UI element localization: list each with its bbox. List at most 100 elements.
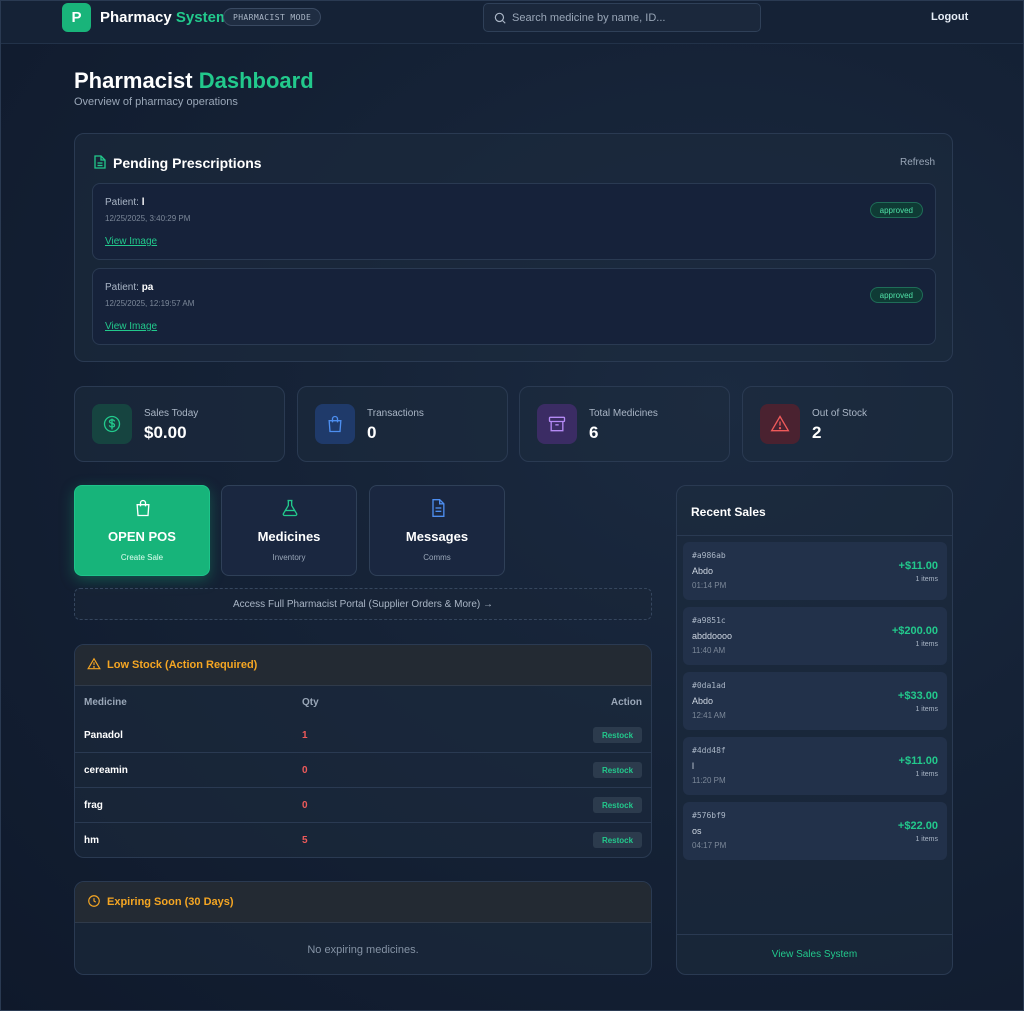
dollar-icon — [92, 404, 132, 444]
column-header-medicine: Medicine — [84, 697, 127, 708]
sale-item-count: 1 items — [915, 576, 938, 583]
recent-sales-footer: View Sales System — [677, 934, 952, 974]
quick-action-title: Messages — [405, 529, 469, 544]
quick-action-title: Medicines — [257, 529, 321, 544]
low-stock-title: Low Stock (Action Required) — [107, 659, 258, 671]
column-header-action: Action — [610, 697, 642, 708]
medicine-qty: 1 — [302, 730, 308, 741]
stat-label: Sales Today — [144, 408, 199, 419]
sale-time: 11:20 PM — [692, 776, 726, 785]
sale-amount: +$11.00 — [898, 560, 938, 572]
restock-button[interactable]: Restock — [593, 762, 642, 778]
prescription-date: 12/25/2025, 12:19:57 AM — [105, 299, 195, 308]
recent-sales-panel: Recent Sales #a986ab Abdo 01:14 PM +$11.… — [676, 485, 953, 975]
page-title-accent: Dashboard — [198, 68, 314, 93]
sale-item[interactable]: #576bf9 os 04:17 PM +$22.00 1 items — [683, 802, 947, 860]
medicine-name: hm — [84, 835, 99, 846]
status-badge: approved — [869, 287, 923, 303]
view-image-link[interactable]: View Image — [105, 236, 157, 247]
stat-value: 6 — [589, 423, 599, 442]
alert-triangle-icon — [760, 404, 800, 444]
page-title: Pharmacist Dashboard — [74, 68, 314, 94]
sale-item[interactable]: #0da1ad Abdo 12:41 AM +$33.00 1 items — [683, 672, 947, 730]
stat-label: Total Medicines — [589, 408, 658, 419]
sale-time: 04:17 PM — [692, 841, 727, 850]
shopping-bag-icon — [315, 404, 355, 444]
restock-button[interactable]: Restock — [593, 797, 642, 813]
patient-name: pa — [141, 282, 154, 293]
sale-id: #576bf9 — [692, 811, 726, 820]
sale-amount: +$200.00 — [891, 625, 938, 637]
logout-button[interactable]: Logout — [931, 11, 968, 23]
quick-action-subtitle: Create Sale — [120, 553, 164, 562]
sale-item-count: 1 items — [915, 641, 938, 648]
sale-customer: abddoooo — [692, 631, 733, 641]
table-row: cereamin 0 Restock — [75, 753, 651, 788]
medicine-qty: 5 — [302, 835, 308, 846]
stat-card-sales-today: Sales Today $0.00 — [74, 386, 285, 462]
column-header-qty: Qty — [302, 697, 319, 708]
open-pos-button[interactable]: OPEN POS Create Sale — [74, 485, 210, 576]
prescription-patient: Patient: pa — [105, 282, 153, 293]
messages-button[interactable]: Messages Comms — [369, 485, 505, 576]
refresh-button[interactable]: Refresh — [900, 157, 935, 168]
quick-action-title: OPEN POS — [108, 529, 176, 544]
sale-id: #0da1ad — [692, 681, 726, 690]
medicines-button[interactable]: Medicines Inventory — [221, 485, 357, 576]
sale-amount: +$11.00 — [898, 755, 938, 767]
sale-id: #a9851c — [692, 616, 726, 625]
stat-card-total-medicines: Total Medicines 6 — [519, 386, 730, 462]
app-title-accent: System — [175, 9, 230, 26]
recent-sales-title: Recent Sales — [691, 505, 766, 519]
sale-time: 01:14 PM — [692, 581, 727, 590]
sale-amount: +$33.00 — [897, 690, 938, 702]
page-title-main: Pharmacist — [74, 68, 193, 93]
expiring-soon-title: Expiring Soon (30 Days) — [107, 896, 234, 908]
table-row: frag 0 Restock — [75, 788, 651, 823]
quick-action-subtitle: Inventory — [272, 553, 306, 562]
search-input[interactable] — [512, 4, 752, 31]
low-stock-panel: Low Stock (Action Required) Medicine Qty… — [74, 644, 652, 858]
medicine-name: frag — [84, 800, 103, 811]
patient-name: l — [141, 197, 145, 208]
prescription-item: Patient: l 12/25/2025, 3:40:29 PM View I… — [92, 183, 936, 260]
stat-value: $0.00 — [144, 423, 187, 442]
search-box[interactable] — [483, 3, 761, 32]
pharmacist-portal-link[interactable]: Access Full Pharmacist Portal (Supplier … — [74, 588, 652, 620]
alert-triangle-icon — [87, 657, 101, 670]
empty-state-text: No expiring medicines. — [307, 944, 419, 956]
flask-icon — [282, 499, 298, 517]
sale-time: 12:41 AM — [692, 711, 726, 720]
stat-value: 0 — [367, 423, 377, 442]
stat-label: Out of Stock — [812, 408, 868, 419]
shopping-bag-icon — [136, 499, 150, 517]
sale-item[interactable]: #a986ab Abdo 01:14 PM +$11.00 1 items — [683, 542, 947, 600]
table-row: hm 5 Restock — [75, 823, 651, 857]
view-image-link[interactable]: View Image — [105, 321, 157, 332]
restock-button[interactable]: Restock — [593, 832, 642, 848]
sale-id: #a986ab — [692, 551, 726, 560]
sale-customer: l — [692, 761, 694, 771]
sale-amount: +$22.00 — [897, 820, 938, 832]
view-sales-system-link[interactable]: View Sales System — [677, 949, 952, 960]
medicine-name: Panadol — [84, 730, 123, 741]
stat-value: 2 — [812, 423, 822, 442]
clock-icon — [88, 895, 100, 907]
app-logo[interactable]: P — [62, 3, 91, 32]
prescription-patient: Patient: l — [105, 197, 144, 208]
sale-customer: Abdo — [692, 566, 714, 576]
sale-item[interactable]: #4dd48f l 11:20 PM +$11.00 1 items — [683, 737, 947, 795]
status-badge: approved — [869, 202, 923, 218]
sale-item-count: 1 items — [915, 771, 938, 778]
sale-item[interactable]: #a9851c abddoooo 11:40 AM +$200.00 1 ite… — [683, 607, 947, 665]
table-row: Panadol 1 Restock — [75, 718, 651, 753]
page-subtitle: Overview of pharmacy operations — [74, 96, 238, 108]
medicine-qty: 0 — [302, 765, 308, 776]
restock-button[interactable]: Restock — [593, 727, 642, 743]
stat-card-transactions: Transactions 0 — [297, 386, 508, 462]
sale-time: 11:40 AM — [692, 646, 726, 655]
prescription-item: Patient: pa 12/25/2025, 12:19:57 AM View… — [92, 268, 936, 345]
patient-label: Patient: — [105, 197, 139, 208]
prescription-file-icon — [94, 155, 106, 169]
patient-label: Patient: — [105, 282, 139, 293]
